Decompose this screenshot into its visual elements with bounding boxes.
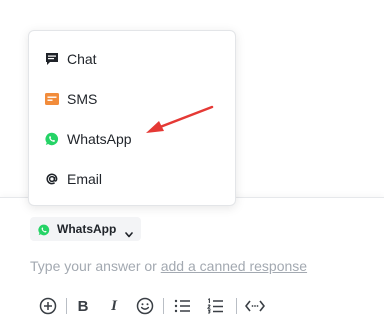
menu-item-label: Email xyxy=(67,171,103,187)
whatsapp-icon xyxy=(38,223,50,241)
placeholder-text: Type your answer or xyxy=(30,258,161,274)
chevron-down-icon xyxy=(125,225,133,243)
code-icon[interactable] xyxy=(245,296,265,316)
reply-input[interactable]: Type your answer or add a canned respons… xyxy=(30,258,307,274)
sms-icon xyxy=(44,91,60,107)
menu-item-whatsapp[interactable]: WhatsApp xyxy=(29,119,235,159)
emoji-icon[interactable] xyxy=(135,296,155,316)
menu-item-sms[interactable]: SMS xyxy=(29,79,235,119)
channel-selector-label: WhatsApp xyxy=(57,222,117,236)
bold-icon[interactable]: B xyxy=(73,296,93,316)
toolbar-divider xyxy=(163,298,164,314)
formatting-toolbar: B I xyxy=(36,294,276,318)
toolbar-divider xyxy=(236,298,237,314)
at-icon xyxy=(44,171,60,187)
channel-menu: Chat SMS WhatsApp Email xyxy=(28,30,236,206)
numbered-list-icon[interactable] xyxy=(206,296,226,316)
menu-item-email[interactable]: Email xyxy=(29,159,235,199)
menu-item-label: SMS xyxy=(67,91,98,107)
menu-item-label: Chat xyxy=(67,51,97,67)
chat-icon xyxy=(44,51,60,67)
italic-icon[interactable]: I xyxy=(104,296,124,316)
canned-response-link[interactable]: add a canned response xyxy=(161,258,307,274)
add-icon[interactable] xyxy=(38,296,58,316)
bullet-list-icon[interactable] xyxy=(173,296,193,316)
channel-selector[interactable]: WhatsApp xyxy=(30,217,141,241)
whatsapp-icon xyxy=(44,131,60,147)
toolbar-divider xyxy=(66,298,67,314)
menu-item-chat[interactable]: Chat xyxy=(29,39,235,79)
menu-item-label: WhatsApp xyxy=(67,131,132,147)
